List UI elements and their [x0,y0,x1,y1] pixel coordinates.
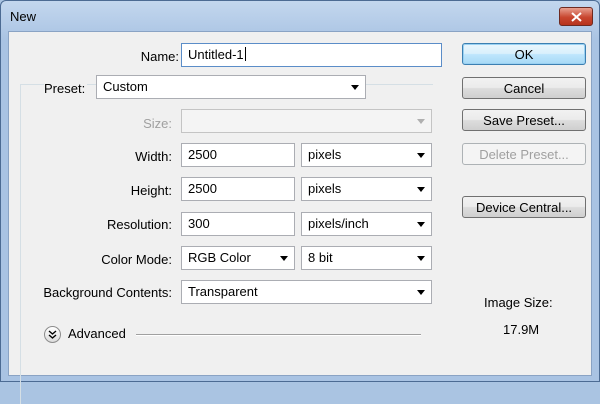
preset-select[interactable]: Custom [96,75,366,99]
device-central-button[interactable]: Device Central... [462,196,586,218]
name-input[interactable]: Untitled-1 [181,43,442,67]
title-bar[interactable]: New [1,1,599,33]
chevron-down-icon [417,290,425,295]
height-unit-value: pixels [308,181,342,196]
cancel-button[interactable]: Cancel [462,77,586,99]
width-unit-select[interactable]: pixels [301,143,432,167]
ok-button[interactable]: OK [462,43,586,65]
color-mode-value: RGB Color [188,250,251,265]
name-input-value: Untitled-1 [188,47,244,62]
chevron-down-icon [417,222,425,227]
bit-depth-value: 8 bit [308,250,333,265]
double-chevron-down-icon [48,330,57,339]
chevron-down-icon [351,85,359,90]
dialog-window: New Name: Untitled-1 Preset: Custom Size… [0,0,600,404]
height-input-value: 2500 [188,181,217,196]
bit-depth-select[interactable]: 8 bit [301,246,432,270]
resolution-unit-select[interactable]: pixels/inch [301,212,432,236]
chevron-down-icon [417,187,425,192]
resolution-label: Resolution: [106,217,172,232]
chevron-down-icon [417,119,425,124]
size-select[interactable] [181,109,432,133]
close-icon [571,12,582,22]
close-button[interactable] [559,7,593,26]
height-unit-select[interactable]: pixels [301,177,432,201]
preset-label: Preset: [44,81,88,96]
color-mode-label: Color Mode: [101,252,172,267]
width-unit-value: pixels [308,147,342,162]
image-size-label: Image Size: [484,295,553,310]
name-label: Name: [140,49,179,64]
color-mode-select[interactable]: RGB Color [181,246,295,270]
text-cursor [244,47,246,61]
resolution-input-value: 300 [188,216,210,231]
width-input[interactable]: 2500 [181,143,295,167]
chevron-down-icon [280,256,288,261]
resolution-input[interactable]: 300 [181,212,295,236]
width-label: Width: [135,149,172,164]
background-contents-label: Background Contents: [43,285,172,300]
background-contents-select[interactable]: Transparent [181,280,432,304]
advanced-divider [136,334,421,336]
width-input-value: 2500 [188,147,217,162]
dialog-body: Name: Untitled-1 Preset: Custom Size: Wi… [8,31,592,404]
save-preset-button[interactable]: Save Preset... [462,109,586,131]
size-label: Size: [143,116,172,131]
delete-preset-button[interactable]: Delete Preset... [462,143,586,165]
image-size-value: 17.9M [503,322,540,337]
advanced-toggle-button[interactable] [44,326,61,343]
advanced-label: Advanced [68,326,126,341]
window-title: New [10,9,37,24]
background-contents-value: Transparent [188,284,258,299]
chevron-down-icon [417,256,425,261]
preset-select-value: Custom [103,79,148,94]
chevron-down-icon [417,153,425,158]
resolution-unit-value: pixels/inch [308,216,369,231]
height-label: Height: [130,183,172,198]
height-input[interactable]: 2500 [181,177,295,201]
